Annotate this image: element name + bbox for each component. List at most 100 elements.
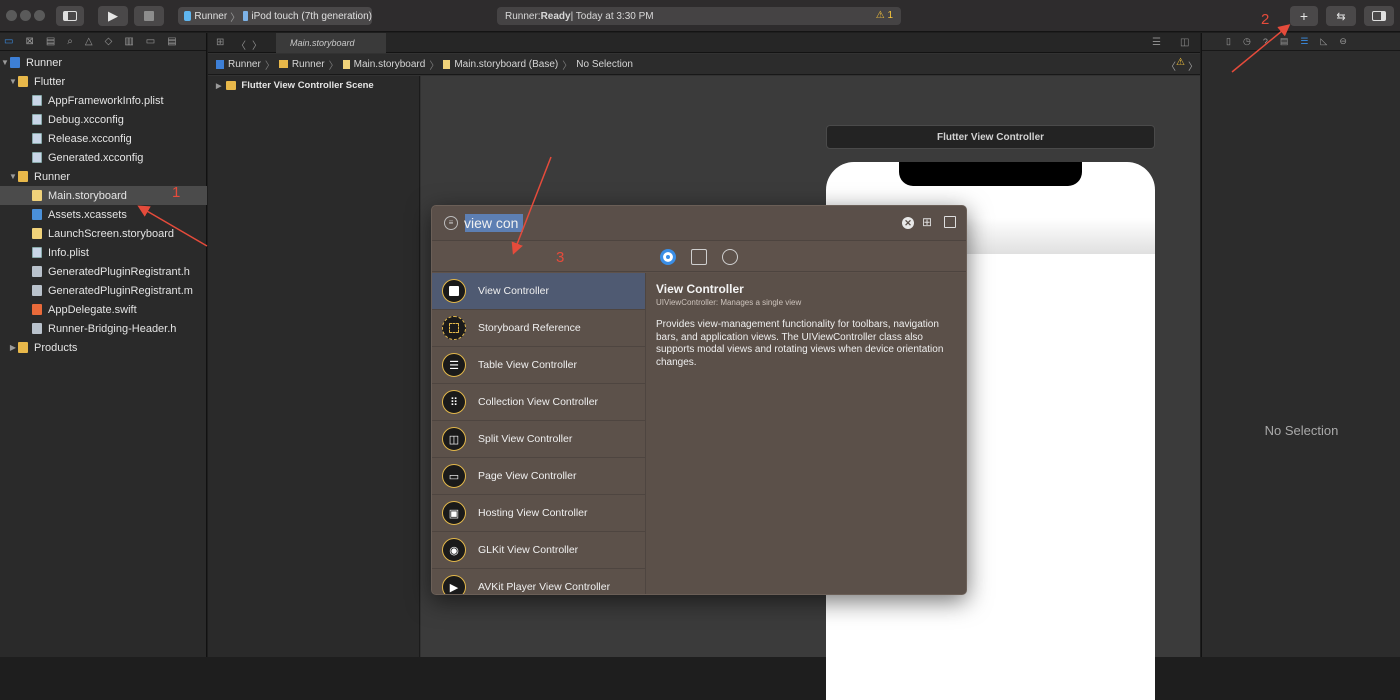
library-add-button[interactable]: + [1290, 6, 1318, 26]
scene-title-bar[interactable]: Flutter View Controller [826, 125, 1155, 149]
tree-item-file[interactable]: Runner-Bridging-Header.h [0, 319, 207, 338]
connections-icon[interactable]: ⊖ [1339, 36, 1347, 47]
no-selection-label: No Selection [1264, 423, 1339, 438]
history-icon[interactable]: ◷ [1243, 36, 1251, 47]
symbol-icon[interactable]: ▤ [46, 36, 55, 47]
tree-item-file[interactable]: Release.xcconfig [0, 129, 207, 148]
disclosure-open-icon[interactable]: ▼ [8, 172, 18, 181]
list-item[interactable]: ▣ Hosting View Controller [432, 495, 645, 532]
list-item[interactable]: ▶ AVKit Player View Controller [432, 569, 645, 594]
tree-item-file[interactable]: GeneratedPluginRegistrant.m [0, 281, 207, 300]
tree-item-label: Runner [26, 56, 63, 69]
disclosure-closed-icon[interactable]: ▶ [8, 343, 18, 352]
test-icon[interactable]: ◇ [105, 36, 113, 47]
chevron-right-icon: 〉 [562, 60, 573, 72]
storyboard-file-icon [32, 228, 42, 239]
list-item[interactable]: ◉ GLKit View Controller [432, 532, 645, 569]
tree-item-file[interactable]: AppFrameworkInfo.plist [0, 91, 207, 110]
clear-search-icon[interactable]: ✕ [902, 217, 914, 229]
jump-item[interactable]: Runner [228, 59, 261, 70]
project-icon [216, 59, 224, 69]
list-item[interactable]: ☰ Table View Controller [432, 347, 645, 384]
tree-item-file[interactable]: AppDelegate.swift [0, 300, 207, 319]
code-review-button[interactable]: ⇆ [1326, 6, 1356, 26]
tree-item-label: Generated.xcconfig [48, 151, 144, 164]
disclosure-open-icon[interactable]: ▼ [0, 58, 10, 67]
tree-item-label: LaunchScreen.storyboard [48, 227, 174, 240]
issue-next-icon[interactable]: 〉 [1188, 58, 1198, 73]
tree-item-file[interactable]: GeneratedPluginRegistrant.h [0, 262, 207, 281]
tree-item-file[interactable]: LaunchScreen.storyboard [0, 224, 207, 243]
warning-icon[interactable]: ⚠ [1176, 57, 1185, 68]
scene-title: Flutter View Controller [936, 131, 1045, 143]
list-item[interactable]: ⠿ Collection View Controller [432, 384, 645, 421]
filter-icon[interactable]: ≡ [444, 216, 458, 230]
back-icon[interactable]: 〈 [236, 37, 246, 52]
stop-button[interactable] [134, 6, 164, 26]
tree-item-file[interactable]: Debug.xcconfig [0, 110, 207, 129]
tree-item-group[interactable]: ▼ Flutter [0, 72, 207, 91]
sidebar-icon [63, 11, 77, 21]
colors-tab-icon[interactable] [722, 249, 738, 265]
annotation-label-1: 1 [172, 184, 181, 201]
source-control-icon[interactable]: ⊠ [25, 36, 33, 47]
breakpoint-icon[interactable]: ▭ [146, 36, 155, 47]
list-item[interactable]: Storyboard Reference [432, 310, 645, 347]
jump-item[interactable]: Main.storyboard (Base) [454, 59, 558, 70]
list-item-label: View Controller [478, 285, 550, 297]
warning-icon[interactable]: △ [85, 36, 93, 47]
disclosure-open-icon[interactable]: ▼ [8, 77, 18, 86]
tree-item-file[interactable]: Generated.xcconfig [0, 148, 207, 167]
list-item[interactable]: View Controller [432, 273, 645, 310]
report-icon[interactable]: ▤ [167, 36, 176, 47]
folder-icon[interactable]: ▭ [4, 36, 13, 47]
split-editor-icon[interactable]: ◫ [1180, 37, 1189, 48]
jump-item[interactable]: No Selection [576, 59, 633, 70]
objects-tab-icon[interactable] [660, 249, 676, 265]
tree-item-label: GeneratedPluginRegistrant.h [48, 265, 190, 278]
tree-item-label: Assets.xcassets [48, 208, 127, 221]
page-view-controller-icon: ▭ [442, 464, 466, 488]
run-button[interactable]: ▶ [98, 6, 128, 26]
identity-icon[interactable]: ▤ [1280, 36, 1289, 47]
tab-main-storyboard[interactable]: Main.storyboard [276, 33, 386, 53]
attributes-icon[interactable]: ☰ [1300, 36, 1308, 47]
tree-item-file[interactable]: Info.plist [0, 243, 207, 262]
jump-bar: Runner 〉 Runner 〉 Main.storyboard 〉 Main.st… [208, 54, 1200, 75]
warning-badge[interactable]: ⚠ 1 [876, 10, 893, 21]
issue-prev-icon[interactable]: 〈 [1166, 58, 1176, 73]
list-item[interactable]: ◫ Split View Controller [432, 421, 645, 458]
toggle-inspector-button[interactable] [1364, 6, 1394, 26]
editor-options-icon[interactable]: ☰ [1152, 37, 1161, 48]
annotation-label-3: 3 [556, 249, 565, 266]
tree-item-project[interactable]: ▼ Runner [0, 53, 207, 72]
forward-icon[interactable]: 〉 [252, 37, 262, 52]
grid-icon[interactable]: ⊞ [216, 37, 224, 48]
detail-pane-icon[interactable] [944, 216, 956, 228]
grid-view-icon[interactable]: ⊞ [922, 216, 934, 228]
outline-scene-label: Flutter View Controller Scene [241, 80, 374, 91]
tree-item-file[interactable]: Assets.xcassets [0, 205, 207, 224]
library-search-input[interactable] [464, 212, 844, 234]
outline-scene[interactable]: ▶ Flutter View Controller Scene [208, 76, 419, 91]
minimize-window-button[interactable] [20, 10, 31, 21]
scene-icon [226, 81, 237, 90]
size-icon[interactable]: ◺ [1320, 36, 1327, 47]
jump-item[interactable]: Main.storyboard [354, 59, 426, 70]
disclosure-closed-icon[interactable]: ▶ [216, 82, 221, 90]
debug-icon[interactable]: ▥ [124, 36, 133, 47]
help-icon[interactable]: ? [1263, 37, 1268, 47]
search-icon[interactable]: ⌕ [67, 36, 73, 47]
library-list: View Controller Storyboard Reference ☰ T… [432, 273, 645, 594]
file-inspector-icon[interactable]: ▯ [1226, 36, 1231, 47]
toggle-navigator-button[interactable] [56, 6, 84, 26]
zoom-window-button[interactable] [34, 10, 45, 21]
media-tab-icon[interactable] [691, 249, 707, 265]
warning-count: 1 [887, 10, 893, 21]
tree-item-group[interactable]: ▶ Products [0, 338, 207, 357]
detail-title: View Controller [656, 282, 744, 296]
close-window-button[interactable] [6, 10, 17, 21]
list-item[interactable]: ▭ Page View Controller [432, 458, 645, 495]
jump-item[interactable]: Runner [292, 59, 325, 70]
scheme-selector[interactable]: Runner 〉 iPod touch (7th generation) [178, 7, 372, 25]
